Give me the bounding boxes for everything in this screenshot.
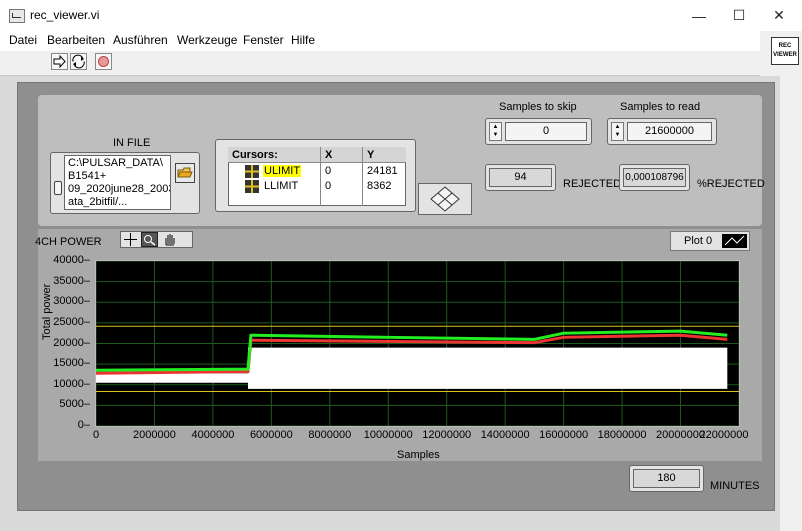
abort-button[interactable]	[95, 53, 112, 70]
x-tick-label: 14000000	[480, 429, 530, 441]
minutes-label: MINUTES	[710, 480, 760, 492]
ulimit-name[interactable]: ULIMIT	[263, 165, 302, 177]
close-button[interactable]: ✕	[756, 0, 802, 31]
folder-icon	[177, 167, 193, 178]
x-tick-label: 6000000	[249, 429, 293, 441]
stop-icon	[98, 56, 109, 67]
x-axis-label: Samples	[397, 449, 440, 461]
magnifier-icon	[144, 235, 156, 246]
browse-button[interactable]	[175, 163, 195, 183]
x-tick-label: 16000000	[539, 429, 589, 441]
llimit-y: 8362	[367, 180, 392, 192]
toolbar	[0, 51, 760, 76]
ulimit-cursor-icon	[245, 165, 259, 178]
crosshair-icon	[124, 233, 137, 246]
samples-to-read-label: Samples to read	[620, 101, 701, 113]
x-tick-label: 0	[92, 429, 100, 441]
x-tick-label: 2000000	[133, 429, 176, 441]
y-tick-label: 10000–	[53, 377, 90, 390]
diamond-mover-icon	[430, 186, 460, 212]
vertical-scrollbar[interactable]	[780, 76, 802, 531]
x-tick-label: 8000000	[308, 429, 352, 441]
run-continuously-icon	[72, 54, 85, 69]
path-line-2: B1541+	[68, 170, 107, 182]
menu-ausfuehren[interactable]: Ausführen	[113, 33, 168, 47]
cursors-header: Cursors:	[232, 149, 278, 161]
minimize-icon: —	[692, 7, 706, 24]
x-tick-label: 4000000	[191, 429, 235, 441]
hand-icon	[165, 234, 175, 246]
skip-increment-stepper[interactable]: ▲ ▼	[489, 122, 502, 141]
menu-werkzeuge[interactable]: Werkzeuge	[177, 33, 237, 47]
path-line-1: C:\PULSAR_DATA\	[68, 157, 163, 169]
path-line-4: ata_2bitfil/...	[68, 196, 128, 208]
x-header: X	[325, 149, 333, 161]
x-tick-label: 22000000	[699, 429, 749, 441]
x-tick-label: 12000000	[422, 429, 472, 441]
in-file-label: IN FILE	[113, 137, 151, 149]
app-icon	[9, 9, 25, 23]
rejected-label: REJECTED	[563, 178, 622, 190]
menu-hilfe[interactable]: Hilfe	[291, 33, 315, 47]
read-increment-stepper[interactable]: ▲ ▼	[611, 122, 624, 141]
menu-datei[interactable]: Datei	[9, 33, 37, 47]
window-title: rec_viewer.vi	[30, 8, 100, 22]
graph-title: 4CH POWER	[35, 236, 102, 248]
path-type-icon	[54, 181, 62, 195]
logo-line-1: REC	[778, 43, 792, 49]
logo-line-2: VIEWER	[773, 52, 797, 58]
close-icon: ✕	[773, 7, 785, 23]
menu-bearbeiten[interactable]: Bearbeiten	[47, 33, 105, 47]
run-arrow-icon	[53, 54, 66, 69]
samples-to-skip-input[interactable]: 0	[505, 122, 587, 141]
in-file-path-field[interactable]: C:\PULSAR_DATA\ B1541+ 09_2020june28_200…	[64, 155, 171, 210]
menu-fenster[interactable]: Fenster	[243, 33, 284, 47]
llimit-cursor-icon	[245, 180, 259, 193]
rejected-indicator: 94	[489, 168, 552, 187]
y-tick-label: 5000–	[59, 398, 90, 411]
maximize-icon: ☐	[732, 7, 746, 23]
ulimit-x: 0	[325, 165, 332, 177]
samples-to-read-input[interactable]: 21600000	[627, 122, 712, 141]
pct-rejected-label: %REJECTED	[697, 178, 765, 190]
cursor-tool-button[interactable]	[123, 232, 138, 247]
column-divider	[320, 147, 321, 206]
llimit-x: 0	[325, 180, 332, 192]
y-header: Y	[367, 149, 375, 161]
pct-rejected-indicator: 0,000108796	[623, 168, 686, 187]
line-sample-icon	[724, 235, 745, 246]
run-button[interactable]	[51, 53, 68, 70]
x-tick-label: 18000000	[597, 429, 647, 441]
plot-legend-label: Plot 0	[684, 235, 713, 247]
plot-canvas	[95, 260, 740, 427]
y-tick-label: 15000–	[53, 357, 90, 370]
y-axis-label: Total power	[41, 283, 53, 340]
x-tick-label: 10000000	[363, 429, 413, 441]
llimit-name[interactable]: LLIMIT	[264, 180, 298, 192]
ulimit-y: 24181	[367, 165, 398, 177]
column-divider	[362, 147, 363, 206]
rec-viewer-logo: REC VIEWER	[771, 37, 799, 65]
pan-tool-button[interactable]	[162, 232, 177, 247]
plot-legend-swatch	[722, 234, 747, 248]
path-line-3: 09_2020june28_2003	[68, 183, 171, 195]
plot-area[interactable]	[95, 260, 740, 427]
zoom-tool-button[interactable]	[141, 232, 158, 247]
run-continuously-button[interactable]	[70, 53, 87, 70]
cursor-mover-button[interactable]	[418, 183, 472, 215]
minutes-indicator: 180	[633, 469, 700, 488]
y-tick-label: 40000–	[53, 254, 90, 266]
samples-to-skip-label: Samples to skip	[499, 101, 577, 113]
